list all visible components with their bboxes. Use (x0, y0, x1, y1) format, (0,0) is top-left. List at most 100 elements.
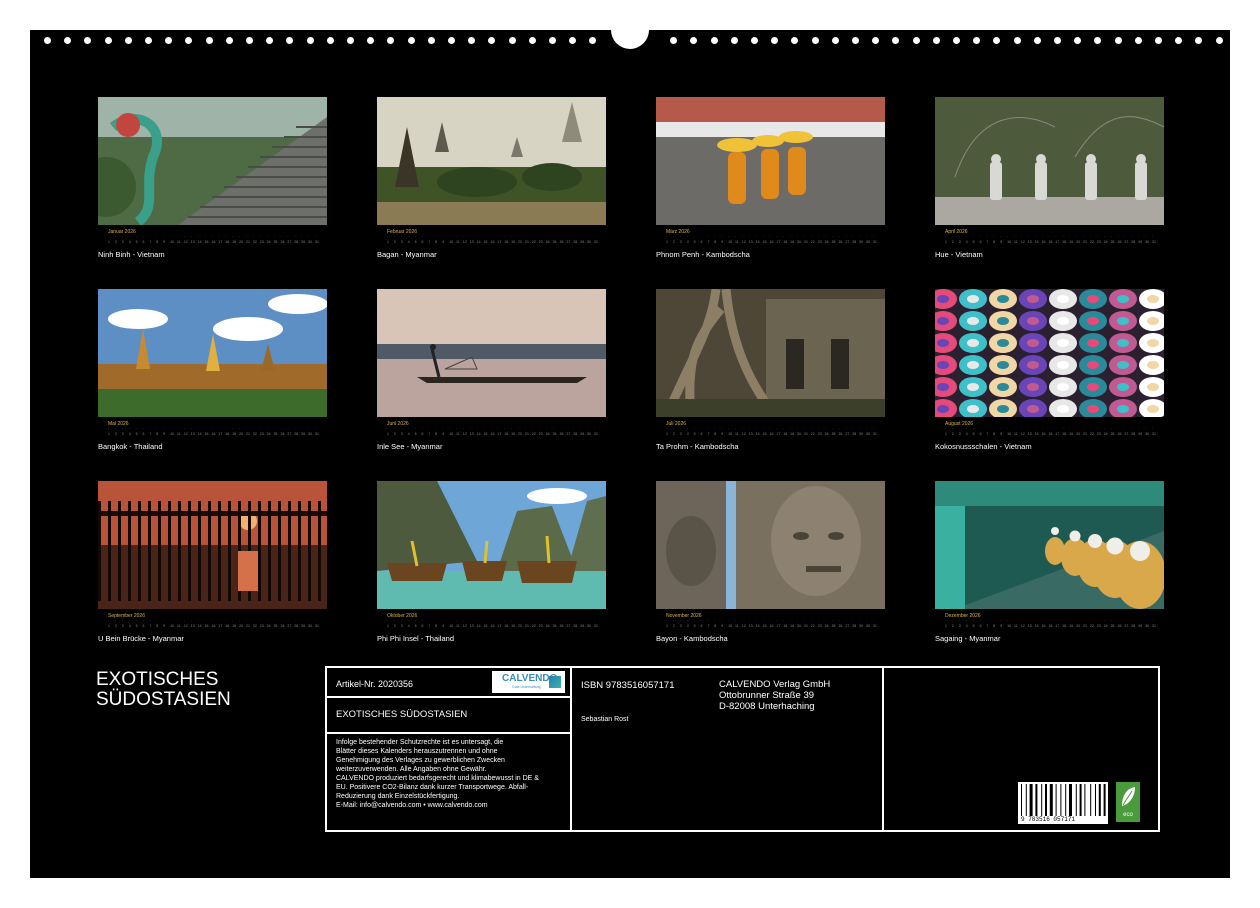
weekday-dot: · (545, 427, 547, 431)
weekday-dot: · (504, 619, 506, 623)
binding-hole (528, 37, 536, 44)
weekday-dot: · (483, 619, 485, 623)
day-number: 15 (762, 624, 767, 628)
weekday-dot: · (566, 235, 568, 239)
day-number: 26 (1117, 240, 1122, 244)
day-number: 26 (559, 432, 564, 436)
weekday-dot: · (211, 427, 213, 431)
month-photo (656, 97, 885, 225)
day-number: 27 (287, 624, 292, 628)
day-number: 7 (428, 240, 431, 244)
weekday-dot: · (769, 619, 771, 623)
day-number: 16 (769, 240, 774, 244)
weekday-dot: · (776, 619, 778, 623)
weekday-dot: · (700, 235, 702, 239)
day-number: 14 (197, 432, 202, 436)
day-number: 28 (573, 432, 578, 436)
day-number: 10 (170, 624, 174, 628)
weekday-dot: · (1062, 235, 1064, 239)
weekday-dot: · (504, 427, 506, 431)
binding-hole (145, 37, 152, 44)
day-number: 8 (993, 240, 996, 244)
weekday-dot: · (1138, 619, 1140, 623)
legal-line: Blätter dieses Kalenders herauszutrennen… (336, 748, 498, 755)
weekday-dot: · (476, 427, 478, 431)
weekday-dot: · (852, 619, 854, 623)
binding-hole (1114, 37, 1122, 44)
day-number: 4 (686, 240, 689, 244)
weekday-dot: · (845, 235, 847, 239)
weekday-dot: · (259, 619, 261, 623)
month-caption: Bagan - Myanmar (377, 250, 437, 259)
weekday-dot: · (469, 427, 471, 431)
weekday-dot: · (545, 619, 547, 623)
day-number: 2 (951, 624, 954, 628)
day-number: 5 (135, 432, 138, 436)
weekday-dot: · (700, 619, 702, 623)
month-photo (935, 289, 1164, 417)
day-number: 25 (273, 624, 278, 628)
eco-badge: eco (1116, 782, 1140, 822)
day-number: 6 (142, 240, 145, 244)
weekday-dot: · (679, 427, 681, 431)
weekday-dot: · (1014, 235, 1016, 239)
day-number: 24 (266, 624, 271, 628)
weekday-dot: · (986, 619, 988, 623)
day-number: 6 (421, 624, 424, 628)
weekday-dot: · (552, 427, 554, 431)
weekday-dot: · (700, 427, 702, 431)
day-number: 15 (762, 432, 767, 436)
weekday-dot: · (135, 619, 137, 623)
day-number: 16 (490, 624, 495, 628)
weekday-dot: · (128, 427, 130, 431)
weekday-dot: · (748, 235, 750, 239)
binding-hole (185, 37, 193, 44)
day-number: 16 (1048, 624, 1053, 628)
day-number: 9 (1000, 240, 1003, 244)
weekday-dot: · (1110, 427, 1112, 431)
weekday-dot: · (114, 427, 117, 431)
weekday-dot: · (1076, 235, 1078, 239)
weekday-dot: · (845, 619, 847, 623)
weekday-dot: · (218, 427, 220, 431)
weekday-dot: · (414, 619, 416, 623)
weekday-dot: · (972, 619, 974, 623)
day-number: 26 (559, 624, 564, 628)
weekday-dot: · (804, 235, 806, 239)
weekday-dot: · (266, 235, 268, 239)
weekday-dot: · (762, 619, 764, 623)
day-number: 16 (1048, 240, 1053, 244)
weekday-dot: · (993, 235, 995, 239)
day-number: 9 (721, 624, 724, 628)
weekday-dot: · (504, 235, 506, 239)
day-number: 10 (449, 624, 453, 628)
day-number: 4 (128, 432, 131, 436)
weekday-dot: · (945, 619, 947, 623)
day-number: 7 (986, 624, 989, 628)
binding-hole (407, 37, 415, 44)
day-number: 7 (707, 432, 710, 436)
weekday-dot: · (225, 427, 227, 431)
day-number: 9 (721, 240, 724, 244)
weekday-dot: · (1020, 235, 1023, 239)
day-number: 17 (218, 432, 223, 436)
weekday-dot: · (1027, 235, 1029, 239)
weekday-dot: · (1096, 427, 1098, 431)
weekday-dot: · (421, 235, 423, 239)
weekday-dot: · (859, 619, 861, 623)
weekday-dot: · (393, 427, 396, 431)
weekday-dot: · (421, 427, 423, 431)
day-number: 3 (121, 624, 124, 628)
weekday-dot: · (497, 235, 499, 239)
day-number: 10 (170, 240, 174, 244)
weekday-dot: · (824, 235, 826, 239)
weekday-dot: · (1103, 235, 1105, 239)
binding-hole (84, 37, 92, 44)
binding-hole (165, 37, 173, 44)
weekday-dot: · (246, 427, 248, 431)
calendar-days: · 1 · 2 · 3 · 4 · 5 · 6 · 7 · 8 · 9 · 10 · 11 · 12 · 13 · 14 · 15 · 16 ·… (666, 619, 878, 629)
day-number: 1 (387, 240, 389, 244)
weekday-dot: · (672, 235, 675, 239)
weekday-dot: · (741, 619, 744, 623)
weekday-dot: · (735, 235, 737, 239)
